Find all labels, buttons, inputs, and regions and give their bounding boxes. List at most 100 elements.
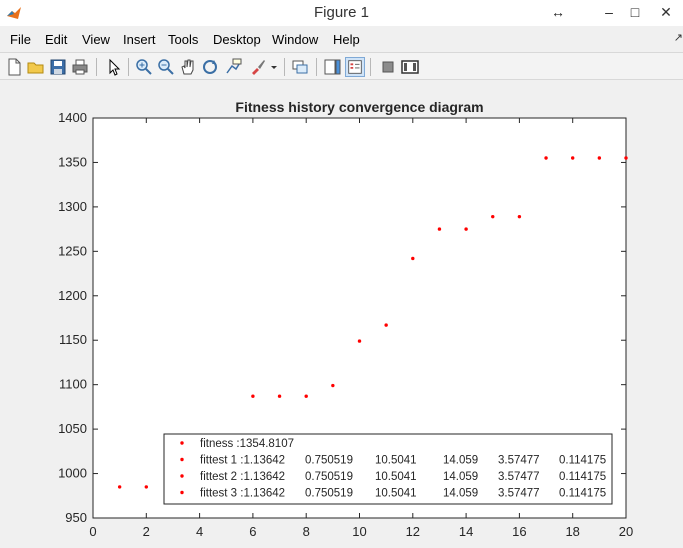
data-point — [144, 485, 148, 489]
menu-file[interactable]: File — [10, 32, 31, 47]
data-point — [411, 256, 415, 261]
maximize-button[interactable]: □ — [620, 0, 650, 24]
data-point — [464, 227, 468, 231]
x-tick-label: 18 — [565, 524, 579, 539]
legend-value: 14.059 — [443, 488, 478, 500]
y-tick-label: 1000 — [58, 466, 87, 481]
show-plot-tools-icon[interactable] — [400, 57, 420, 77]
legend-marker — [180, 441, 184, 445]
menu-view[interactable]: View — [82, 32, 110, 47]
x-tick-label: 16 — [512, 524, 526, 539]
x-tick-label: 12 — [406, 524, 420, 539]
data-point — [304, 394, 308, 398]
open-file-icon[interactable] — [26, 57, 46, 77]
toolbar-separator — [370, 58, 371, 76]
menu-window[interactable]: Window — [272, 32, 318, 47]
figure-canvas: Fitness history convergence diagram 0 2 4 6 8… — [58, 99, 633, 539]
legend-marker — [180, 457, 184, 462]
data-point — [384, 323, 388, 327]
legend-value: 0.750519 — [305, 488, 353, 500]
menu-insert[interactable]: Insert — [123, 32, 156, 47]
toolbar-separator — [284, 58, 285, 76]
data-point — [624, 156, 628, 160]
data-point — [544, 156, 548, 160]
legend-value: 0.114175 — [559, 471, 606, 483]
toolbar-separator — [96, 58, 97, 76]
legend-value: 0.750519 — [305, 455, 353, 467]
y-tick-label: 1300 — [58, 199, 87, 214]
legend-value: 0.114175 — [559, 455, 606, 467]
legend-value: 10.5041 — [375, 488, 417, 500]
brush-icon[interactable] — [248, 57, 268, 77]
y-tick-label: 1350 — [58, 154, 87, 169]
rotate-3d-icon[interactable] — [200, 57, 220, 77]
data-point — [117, 485, 122, 489]
resize-icon[interactable]: ↔ — [543, 0, 573, 24]
toolbar-separator — [316, 58, 317, 76]
hide-plot-tools-icon[interactable] — [378, 57, 398, 77]
data-cursor-icon[interactable] — [224, 57, 244, 77]
legend-value: 0.114175 — [559, 488, 606, 500]
figure-toolbar — [0, 52, 683, 80]
menu-edit[interactable]: Edit — [45, 32, 67, 47]
legend-label: fittest 3 :1.13642 — [200, 488, 285, 500]
window-title: Figure 1 — [313, 4, 370, 21]
legend-value: 3.57477 — [498, 455, 540, 467]
data-point — [331, 383, 335, 388]
legend-label: fitness :1354.8107 — [200, 438, 294, 450]
menu-desktop[interactable]: Desktop — [213, 32, 261, 47]
data-point — [517, 214, 522, 219]
x-tick-label: 8 — [303, 524, 310, 539]
legend-label: fittest 1 :1.13642 — [200, 455, 285, 467]
legend-value: 14.059 — [443, 471, 478, 483]
data-point — [597, 156, 602, 160]
data-point — [491, 214, 495, 219]
brush-dropdown-icon[interactable] — [268, 57, 280, 77]
pointer-icon[interactable] — [104, 57, 124, 77]
print-icon[interactable] — [70, 57, 90, 77]
legend-value: 10.5041 — [375, 455, 417, 467]
y-tick-label: 1050 — [58, 421, 87, 436]
y-tick-label: 1250 — [58, 243, 87, 258]
legend-value: 3.57477 — [498, 471, 540, 483]
colorbar-icon[interactable] — [322, 57, 342, 77]
x-tick-label: 0 — [89, 524, 96, 539]
legend-value: 0.750519 — [305, 471, 353, 483]
save-icon[interactable] — [48, 57, 68, 77]
legend-marker — [180, 490, 184, 495]
x-tick-label: 20 — [619, 524, 633, 539]
data-point — [571, 156, 575, 160]
data-point — [251, 394, 255, 398]
toolbar-separator — [128, 58, 129, 76]
legend-value: 10.5041 — [375, 471, 417, 483]
x-tick-label: 14 — [459, 524, 473, 539]
x-tick-label: 4 — [196, 524, 203, 539]
undock-icon[interactable]: ↗ — [674, 31, 683, 44]
title-bar: Figure 1 ↔ – □ ✕ — [0, 0, 683, 26]
data-point — [277, 394, 282, 398]
legend-marker — [180, 474, 184, 478]
zoom-out-icon[interactable] — [156, 57, 176, 77]
zoom-in-icon[interactable] — [134, 57, 154, 77]
x-tick-label: 10 — [352, 524, 366, 539]
y-tick-label: 1150 — [59, 332, 87, 347]
new-figure-icon[interactable] — [4, 57, 24, 77]
menu-bar: File Edit View Insert Tools Desktop Wind… — [0, 28, 683, 50]
chart-title: Fitness history convergence diagram — [235, 99, 483, 115]
pan-hand-icon[interactable] — [178, 57, 198, 77]
y-tick-label: 1100 — [59, 377, 87, 392]
link-plot-icon[interactable] — [290, 57, 310, 77]
x-tick-label: 2 — [143, 524, 150, 539]
menu-tools[interactable]: Tools — [168, 32, 198, 47]
menu-help[interactable]: Help — [333, 32, 360, 47]
data-point — [437, 227, 442, 231]
data-point — [357, 339, 362, 343]
x-tick-label: 6 — [249, 524, 256, 539]
y-tick-label: 1400 — [58, 110, 87, 125]
legend-value: 3.57477 — [498, 488, 540, 500]
legend-label: fittest 2 :1.13642 — [200, 471, 285, 483]
y-tick-label: 950 — [65, 510, 87, 525]
y-tick-label: 1200 — [58, 288, 87, 303]
legend-icon[interactable] — [345, 57, 365, 77]
close-button[interactable]: ✕ — [651, 0, 681, 24]
